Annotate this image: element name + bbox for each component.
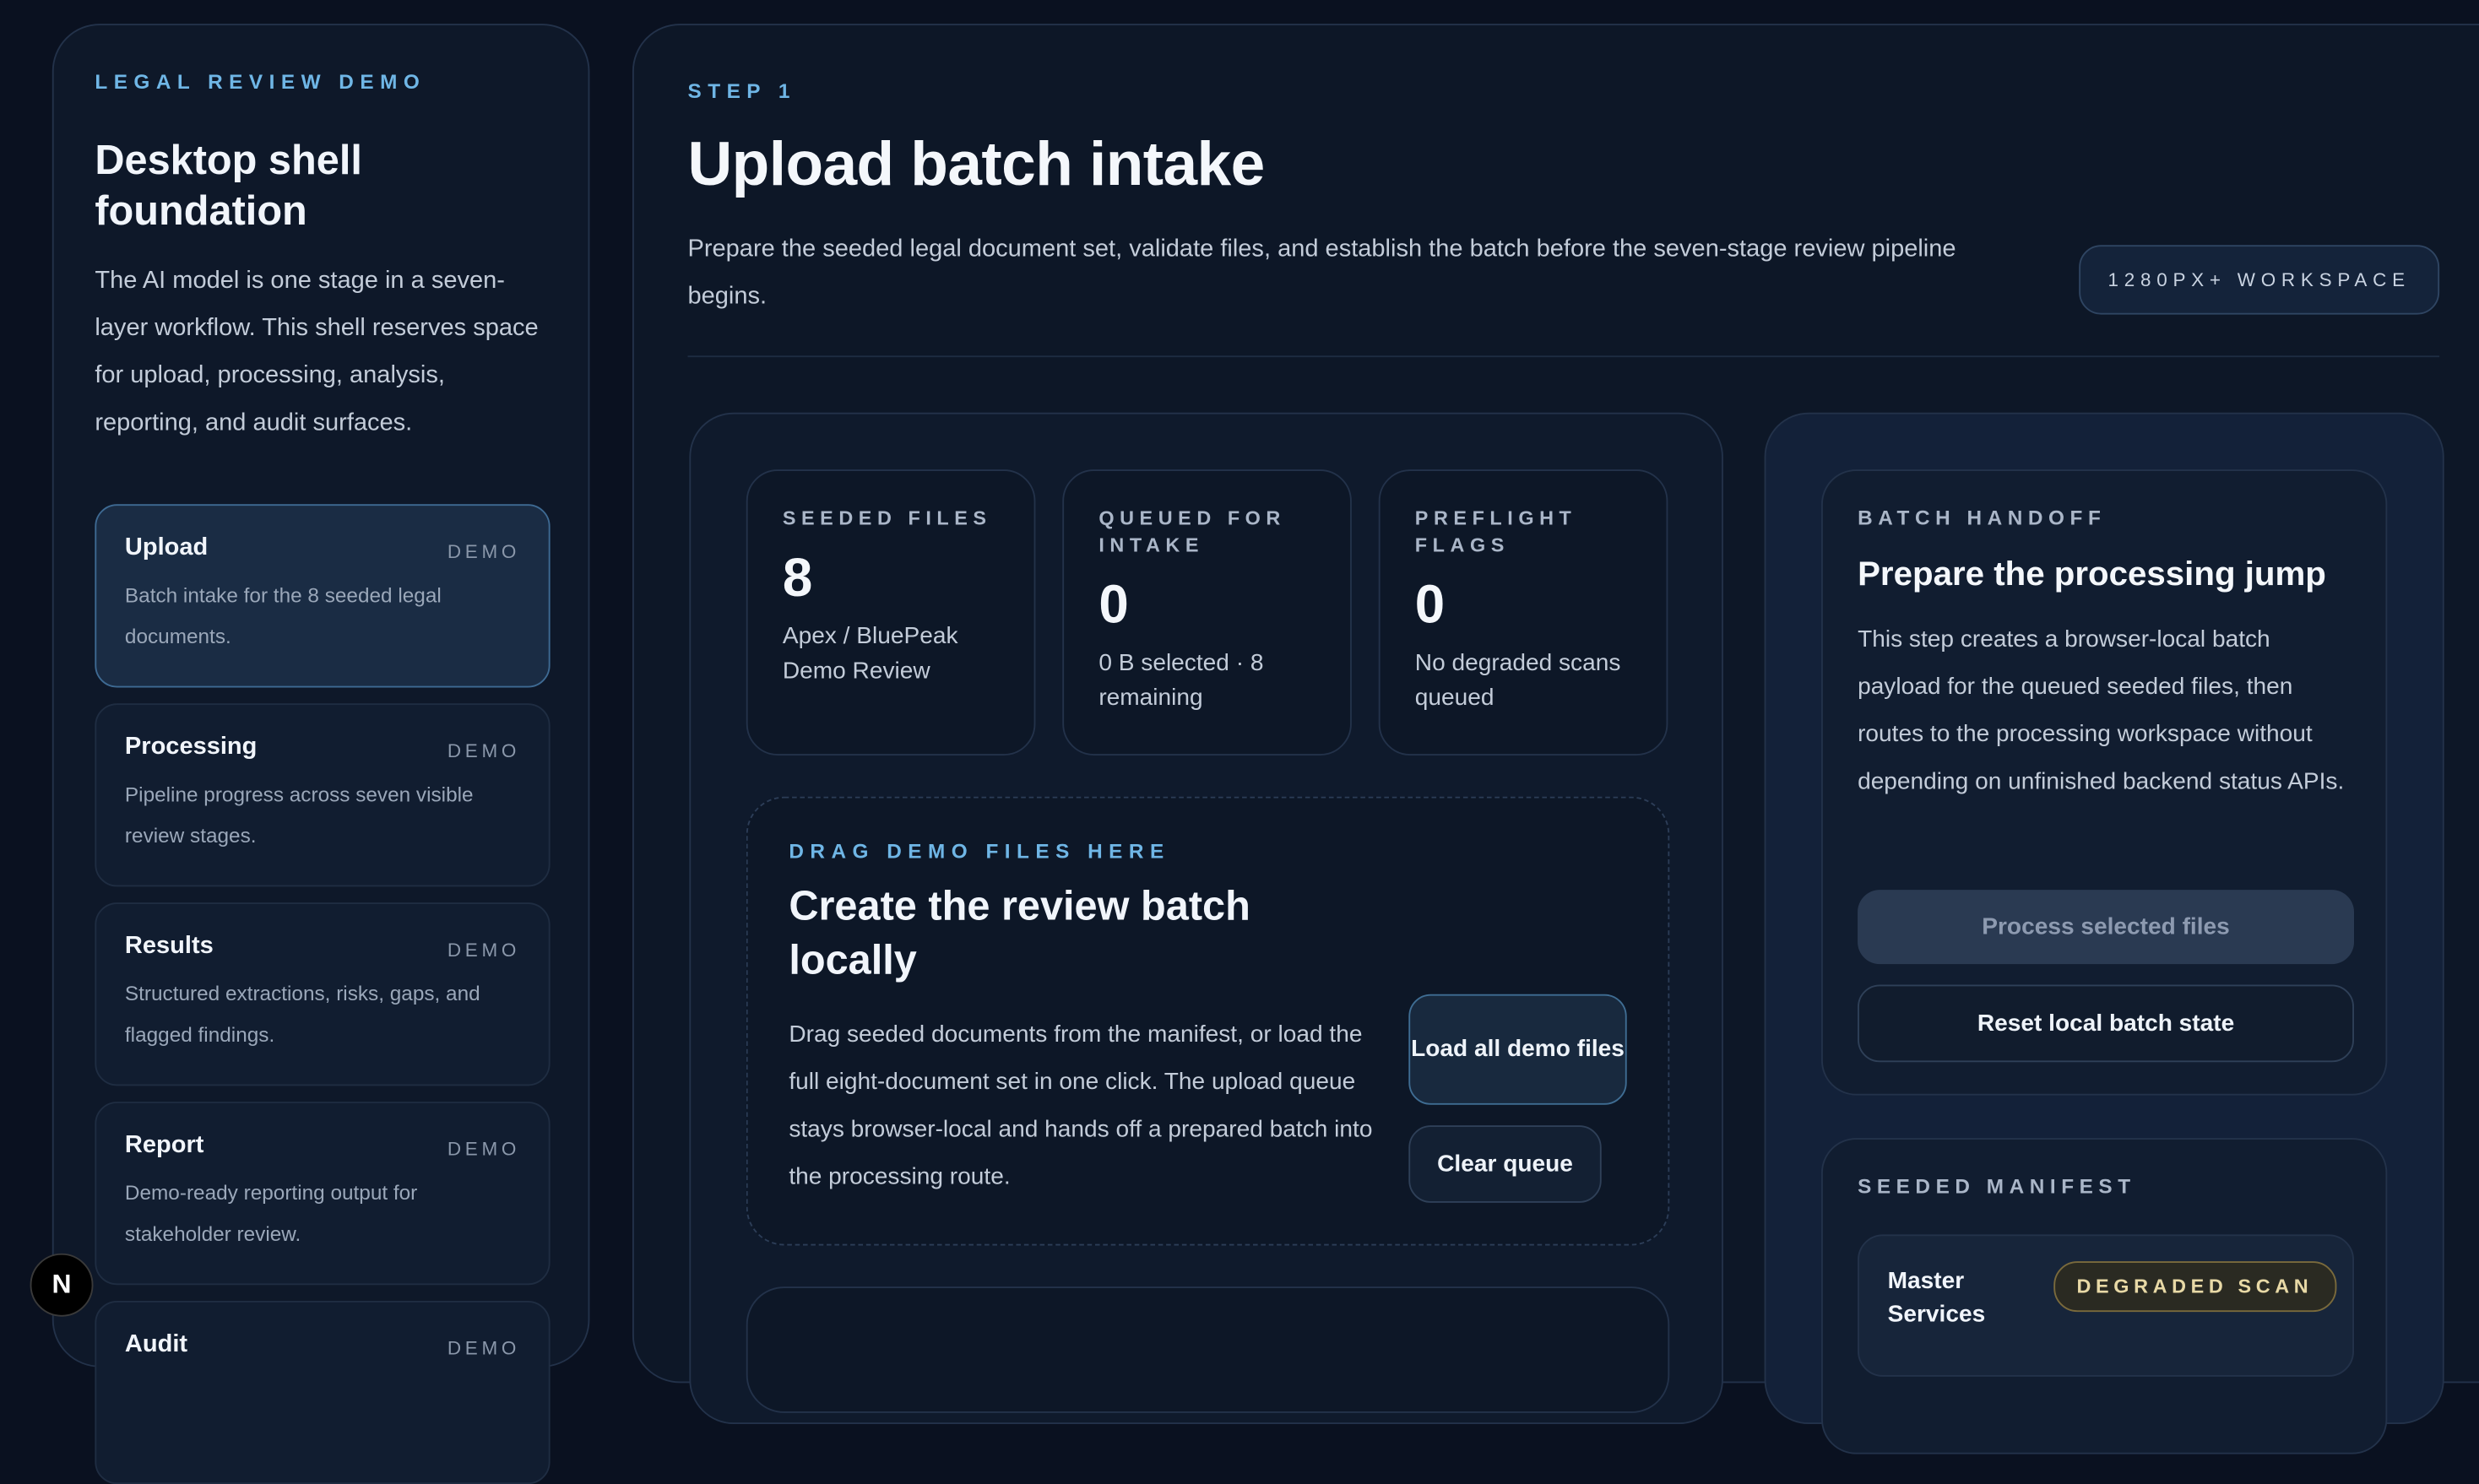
drop-title: Create the review batch locally bbox=[789, 881, 1250, 983]
demo-tag: DEMO bbox=[447, 939, 521, 961]
sidebar-item-upload[interactable]: Upload DEMO Batch intake for the 8 seede… bbox=[95, 504, 551, 688]
clear-queue-button[interactable]: Clear queue bbox=[1408, 1125, 1602, 1203]
handoff-label: BATCH HANDOFF bbox=[1858, 506, 2107, 530]
stat-value: 0 bbox=[1414, 575, 1446, 636]
manifest-label: SEEDED MANIFEST bbox=[1858, 1174, 2136, 1199]
handoff-title: Prepare the processing jump bbox=[1858, 555, 2326, 593]
stat-label: QUEUED FOR INTAKE bbox=[1098, 507, 1286, 557]
file-drop-zone[interactable]: DRAG DEMO FILES HERE Create the review b… bbox=[746, 796, 1670, 1246]
app-root: LEGAL REVIEW DEMO Desktop shell foundati… bbox=[0, 0, 2479, 1484]
drop-description: Drag seeded documents from the manifest,… bbox=[789, 1021, 1373, 1190]
stat-card-queued: QUEUED FOR INTAKE 0 0 B selected · 8 rem… bbox=[1062, 469, 1352, 756]
stat-card-preflight: PREFLIGHT FLAGS 0 No degraded scans queu… bbox=[1378, 469, 1668, 756]
sidebar-item-processing[interactable]: Processing DEMO Pipeline progress across… bbox=[95, 703, 551, 887]
main-workspace: STEP 1 Upload batch intake Prepare the s… bbox=[632, 24, 2479, 1454]
demo-tag: DEMO bbox=[447, 1337, 521, 1360]
seeded-manifest-card: SEEDED MANIFEST Master Services DEGRADED… bbox=[1821, 1138, 2388, 1454]
stat-note: 0 B selected · 8 remaining bbox=[1098, 649, 1264, 711]
sidebar-eyebrow: LEGAL REVIEW DEMO bbox=[95, 69, 426, 94]
load-all-demo-files-button[interactable]: Load all demo files bbox=[1408, 994, 1627, 1105]
sidebar-item-description: Structured extractions, risks, gaps, and… bbox=[124, 981, 480, 1047]
stat-value: 0 bbox=[1098, 575, 1129, 636]
stat-label: SEEDED FILES bbox=[782, 507, 992, 530]
stat-card-seeded-files: SEEDED FILES 8 Apex / BluePeak Demo Revi… bbox=[746, 469, 1036, 756]
sidebar-description: The AI model is one stage in a seven-lay… bbox=[95, 267, 539, 436]
sidebar-item-audit[interactable]: Audit DEMO bbox=[95, 1300, 551, 1484]
process-selected-files-button[interactable]: Process selected files bbox=[1858, 890, 2355, 965]
dev-tools-badge[interactable]: N bbox=[30, 1253, 94, 1317]
stat-note: Apex / BluePeak Demo Review bbox=[782, 622, 958, 684]
demo-tag: DEMO bbox=[447, 540, 521, 563]
handoff-column: BATCH HANDOFF Prepare the processing jum… bbox=[1764, 412, 2444, 1454]
step-label: STEP 1 bbox=[687, 79, 796, 103]
sidebar-title: Desktop shell foundation bbox=[95, 136, 362, 235]
manifest-item[interactable]: Master Services DEGRADED SCAN bbox=[1858, 1234, 2355, 1377]
batch-handoff-card: BATCH HANDOFF Prepare the processing jum… bbox=[1821, 469, 2388, 1096]
stat-note: No degraded scans queued bbox=[1414, 649, 1621, 711]
workspace-size-chip: 1280PX+ WORKSPACE bbox=[2079, 245, 2440, 315]
reset-local-batch-button[interactable]: Reset local batch state bbox=[1858, 984, 2355, 1063]
stat-label: PREFLIGHT FLAGS bbox=[1414, 507, 1577, 557]
handoff-description: This step creates a browser-local batch … bbox=[1858, 626, 2345, 795]
sidebar-item-description: Batch intake for the 8 seeded legal docu… bbox=[124, 582, 442, 648]
sidebar-nav: Upload DEMO Batch intake for the 8 seede… bbox=[95, 504, 551, 1484]
sidebar: LEGAL REVIEW DEMO Desktop shell foundati… bbox=[52, 24, 590, 1484]
sidebar-item-results[interactable]: Results DEMO Structured extractions, ris… bbox=[95, 902, 551, 1086]
header-divider bbox=[687, 355, 2440, 358]
intake-panel: SEEDED FILES 8 Apex / BluePeak Demo Revi… bbox=[689, 412, 1723, 1425]
stat-value: 8 bbox=[782, 548, 813, 609]
drop-eyebrow: DRAG DEMO FILES HERE bbox=[789, 839, 1170, 864]
demo-tag: DEMO bbox=[447, 1138, 521, 1161]
degraded-scan-badge: DEGRADED SCAN bbox=[2053, 1261, 2337, 1313]
page-description: Prepare the seeded legal document set, v… bbox=[687, 235, 1956, 310]
sidebar-item-description: Demo-ready reporting output for stakehol… bbox=[124, 1180, 418, 1246]
demo-tag: DEMO bbox=[447, 739, 521, 762]
manifest-item-name: Master Services bbox=[1887, 1267, 1986, 1328]
sidebar-item-description: Pipeline progress across seven visible r… bbox=[124, 782, 474, 848]
page-title: Upload batch intake bbox=[687, 131, 1265, 199]
upload-queue-card bbox=[746, 1286, 1670, 1413]
sidebar-item-report[interactable]: Report DEMO Demo-ready reporting output … bbox=[95, 1102, 551, 1286]
